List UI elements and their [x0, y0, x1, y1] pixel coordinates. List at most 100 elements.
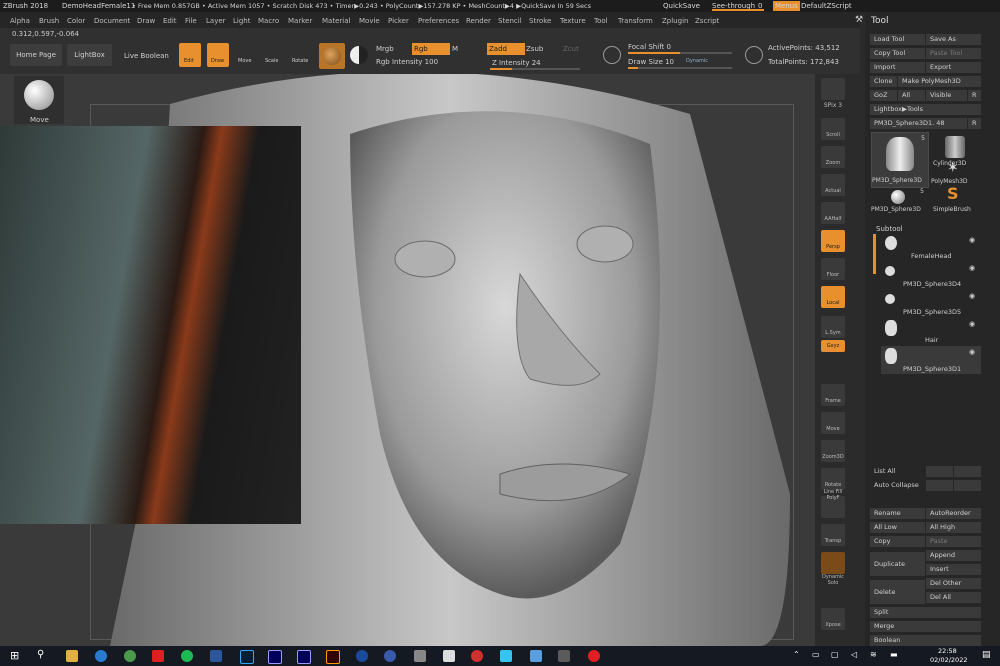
del-all-button[interactable]: Del All: [926, 592, 981, 603]
all-high-button[interactable]: All High: [926, 522, 981, 533]
menu-zscript[interactable]: Zscript: [695, 17, 719, 25]
reference-photo[interactable]: [0, 126, 301, 524]
move-down-arrow-icon[interactable]: [954, 466, 981, 477]
app-icon-5[interactable]: [530, 650, 542, 662]
make-polymesh-button[interactable]: Make PolyMesh3D: [898, 76, 981, 87]
media-encoder-icon[interactable]: [297, 650, 311, 664]
spotify-icon[interactable]: [181, 650, 193, 662]
subtool-row[interactable]: PM3D_Sphere3D4 ◉: [881, 262, 981, 288]
lsym-button[interactable]: L.Sym: [821, 316, 845, 338]
rgb-button[interactable]: Rgb: [412, 43, 450, 55]
menu-light[interactable]: Light: [233, 17, 250, 25]
lazy-mouse-icon[interactable]: [603, 46, 621, 64]
goz-visible-button[interactable]: Visible: [926, 90, 967, 101]
tool-header[interactable]: Tool: [871, 16, 888, 26]
menu-zplugin[interactable]: Zplugin: [662, 17, 688, 25]
insert-button[interactable]: Insert: [926, 564, 981, 575]
menu-picker[interactable]: Picker: [388, 17, 409, 25]
illustrator-icon[interactable]: [326, 650, 340, 664]
quicksave-button[interactable]: QuickSave: [663, 2, 700, 10]
polyf-button[interactable]: Line Fill PolyF: [821, 489, 845, 518]
menu-document[interactable]: Document: [94, 17, 130, 25]
after-effects-icon[interactable]: [268, 650, 282, 664]
menu-color[interactable]: Color: [67, 17, 85, 25]
network-icon[interactable]: ▭: [812, 650, 820, 659]
move-view-button[interactable]: Move: [821, 412, 845, 434]
merge-button[interactable]: Merge: [870, 621, 981, 632]
eye-icon[interactable]: ◉: [969, 264, 975, 272]
import-button[interactable]: Import: [870, 62, 925, 73]
menu-preferences[interactable]: Preferences: [418, 17, 459, 25]
app-icon-1[interactable]: [356, 650, 368, 662]
menu-marker[interactable]: Marker: [288, 17, 312, 25]
append-button[interactable]: Append: [926, 550, 981, 561]
zoom-button[interactable]: Zoom: [821, 146, 845, 168]
zadd-button[interactable]: Zadd: [487, 43, 525, 55]
menu-texture[interactable]: Texture: [560, 17, 586, 25]
save-as-button[interactable]: Save As: [926, 34, 981, 45]
xpose-button[interactable]: Xpose: [821, 608, 845, 630]
notification-icon[interactable]: ▤: [982, 650, 991, 660]
default-zscript[interactable]: DefaultZScript: [801, 2, 852, 10]
eye-icon[interactable]: ◉: [969, 292, 975, 300]
dynamic-toggle[interactable]: Dynamic: [686, 58, 708, 64]
live-boolean-button[interactable]: Live Boolean: [124, 52, 169, 60]
rotate-button[interactable]: Rotate: [290, 43, 312, 67]
subtool-row[interactable]: PM3D_Sphere3D5 ◉: [881, 290, 981, 316]
boolean-button[interactable]: Boolean: [870, 635, 981, 646]
split-button[interactable]: Split: [870, 607, 981, 618]
persp-button[interactable]: Persp: [821, 230, 845, 252]
goz-all-button[interactable]: All: [898, 90, 925, 101]
menu-brush[interactable]: Brush: [39, 17, 59, 25]
edge-icon[interactable]: [95, 650, 107, 662]
del-other-button[interactable]: Del Other: [926, 578, 981, 589]
draw-button[interactable]: Draw: [207, 43, 229, 67]
tool-thumb-4[interactable]: 5 PM3D_Sphere3D: [871, 188, 927, 214]
eye-icon[interactable]: ◉: [969, 320, 975, 328]
load-tool-button[interactable]: Load Tool: [870, 34, 925, 45]
display-icon[interactable]: ▢: [831, 650, 839, 659]
opera-icon[interactable]: [588, 650, 600, 662]
home-page-button[interactable]: Home Page: [10, 44, 62, 66]
tool-thumb-1[interactable]: 5 PM3D_Sphere3D: [871, 132, 929, 188]
document-canvas[interactable]: Move: [0, 74, 815, 646]
menu-macro[interactable]: Macro: [258, 17, 279, 25]
arrow-toggle-icon[interactable]: [926, 480, 953, 491]
duplicate-button[interactable]: Duplicate: [870, 552, 925, 576]
clone-button[interactable]: Clone: [870, 76, 897, 87]
m-button[interactable]: M: [452, 45, 458, 53]
tray-chevron-icon[interactable]: ⌃: [793, 650, 800, 659]
app-icon-2[interactable]: [384, 650, 396, 662]
zbrush-icon[interactable]: [443, 650, 455, 662]
eye-icon[interactable]: ◉: [969, 236, 975, 244]
menu-tool[interactable]: Tool: [594, 17, 608, 25]
move-up-arrow-icon[interactable]: [926, 466, 953, 477]
menu-transform[interactable]: Transform: [618, 17, 653, 25]
subtool-header[interactable]: Subtool: [876, 225, 903, 233]
app-icon-4[interactable]: [471, 650, 483, 662]
all-low-button[interactable]: All Low: [870, 522, 925, 533]
list-all-button[interactable]: List All: [870, 466, 925, 477]
move-button[interactable]: Move: [236, 43, 256, 67]
aahalf-button[interactable]: AAHalf: [821, 202, 845, 224]
menu-material[interactable]: Material: [322, 17, 350, 25]
paste-tool-button[interactable]: Paste Tool: [926, 48, 981, 59]
menu-file[interactable]: File: [185, 17, 197, 25]
slack-icon[interactable]: [500, 650, 512, 662]
file-explorer-icon[interactable]: [66, 650, 78, 662]
copy-tool-button[interactable]: Copy Tool: [870, 48, 925, 59]
menu-render[interactable]: Render: [466, 17, 491, 25]
paste-subtool-button[interactable]: Paste: [926, 536, 981, 547]
photoshop-icon[interactable]: [240, 650, 254, 664]
clock-date[interactable]: 02/02/2022: [930, 656, 967, 664]
solo-button[interactable]: Dynamic Solo: [821, 552, 845, 586]
delete-button[interactable]: Delete: [870, 580, 925, 604]
youtube-icon[interactable]: [152, 650, 164, 662]
zoom3d-button[interactable]: Zoom3D: [821, 440, 845, 462]
auto-collapse-button[interactable]: Auto Collapse: [870, 480, 925, 491]
local-button[interactable]: Local: [821, 286, 845, 308]
draw-size-slider[interactable]: Draw Size 10: [628, 58, 674, 66]
lightbox-tools-button[interactable]: Lightbox▶Tools: [870, 104, 981, 115]
focal-shift-slider[interactable]: Focal Shift 0: [628, 43, 671, 51]
subtool-row[interactable]: Hair ◉: [881, 318, 981, 344]
